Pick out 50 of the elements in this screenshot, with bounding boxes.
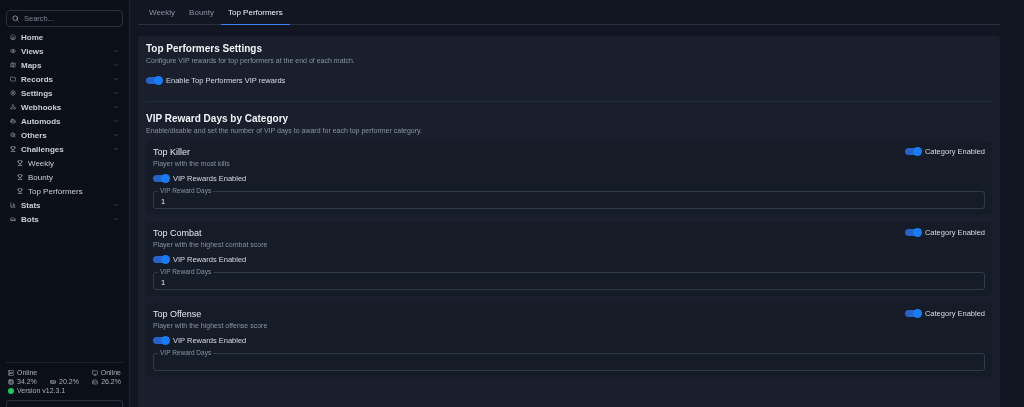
folder-icon xyxy=(10,76,16,82)
robot-icon xyxy=(10,118,16,124)
tab[interactable]: Bounty xyxy=(182,0,221,25)
trophy-icon xyxy=(10,146,16,152)
car-icon xyxy=(10,216,16,222)
eye-icon xyxy=(10,48,16,54)
toggle-switch[interactable] xyxy=(904,148,921,155)
cpu-icon xyxy=(8,378,14,385)
home-icon xyxy=(10,34,16,40)
sidebar-item[interactable]: Maps xyxy=(6,58,123,72)
sidebar-item[interactable]: Automods xyxy=(6,114,123,128)
sidebar-item[interactable]: Settings xyxy=(6,86,123,100)
toggle-switch[interactable] xyxy=(153,337,169,344)
section-title: VIP Reward Days by Category xyxy=(146,113,290,124)
sidebar-item[interactable]: Bots xyxy=(6,212,123,226)
sidebar-item[interactable]: Records xyxy=(6,72,123,86)
sidebar-subitem[interactable]: Bounty xyxy=(6,170,123,184)
toggle-switch[interactable] xyxy=(153,256,169,263)
trophy-icon xyxy=(17,160,23,166)
sidebar-item[interactable]: Stats xyxy=(6,198,123,212)
sidebar-item[interactable]: Views xyxy=(6,44,123,58)
tab[interactable]: Top Performers xyxy=(221,0,290,25)
status-dot xyxy=(8,387,14,394)
server-icon xyxy=(8,369,14,376)
category-title: Top Offense xyxy=(153,309,203,319)
trophy-icon xyxy=(17,188,23,194)
monitor-icon xyxy=(91,369,98,376)
disk-icon xyxy=(92,378,99,385)
settings-icon xyxy=(10,90,16,96)
toggle-switch[interactable] xyxy=(153,175,169,182)
sidebar-subitem[interactable]: Top Performers xyxy=(6,184,123,198)
bar-chart-icon xyxy=(10,202,16,208)
sidebar-item[interactable]: Home xyxy=(6,30,123,44)
toggle-switch[interactable] xyxy=(904,310,921,317)
sidebar-item[interactable]: Others xyxy=(6,128,123,142)
webhook-icon xyxy=(10,104,16,110)
map-icon xyxy=(10,62,16,68)
category-title: Top Killer xyxy=(153,147,191,157)
trophy-icon xyxy=(17,174,23,180)
toggle-switch[interactable] xyxy=(904,229,921,236)
memory-icon xyxy=(50,378,57,385)
search-icon xyxy=(12,15,19,22)
sidebar-item[interactable]: Challenges xyxy=(6,142,123,156)
toggle-switch[interactable] xyxy=(146,77,162,84)
sidebar-item[interactable]: Webhooks xyxy=(6,100,123,114)
sidebar-subitem[interactable]: Weekly xyxy=(6,156,123,170)
section-title: Top Performers Settings xyxy=(146,43,263,54)
tab[interactable]: Weekly xyxy=(142,0,183,25)
search-icon xyxy=(10,132,16,138)
category-title: Top Combat xyxy=(153,228,203,238)
